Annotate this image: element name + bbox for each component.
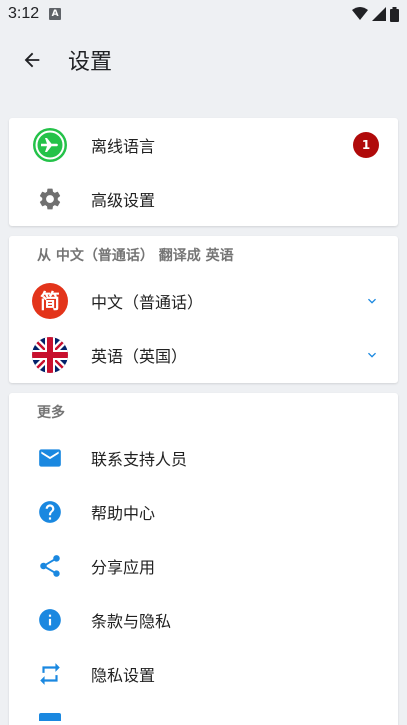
status-icons <box>352 6 399 22</box>
chinese-flag-icon: 简 <box>32 283 68 319</box>
privacy-settings-item[interactable]: 隐私设置 <box>9 647 398 701</box>
share-app-label: 分享应用 <box>91 558 156 577</box>
notification-icon: A <box>49 8 62 20</box>
status-bar: 3:12 A <box>0 0 407 28</box>
back-button[interactable] <box>0 28 64 92</box>
contact-support-label: 联系支持人员 <box>91 450 188 469</box>
offline-languages-item[interactable]: 离线语言 1 <box>9 118 398 172</box>
terms-privacy-label: 条款与隐私 <box>91 612 172 631</box>
source-language-selector[interactable]: 简 中文（普通话） <box>9 274 398 328</box>
info-icon <box>39 609 61 631</box>
contact-support-item[interactable]: 联系支持人员 <box>9 431 398 485</box>
terms-privacy-item[interactable]: 条款与隐私 <box>9 593 398 647</box>
partial-icon <box>39 713 61 721</box>
advanced-settings-item[interactable]: 高级设置 <box>9 172 398 226</box>
help-icon <box>39 501 61 523</box>
uk-flag-icon <box>32 337 68 373</box>
target-language-label: 英语（英国） <box>91 347 188 366</box>
language-pair-card: 从 中文（普通话） 翻译成 英语 简 中文（普通话） 英语（英国） <box>9 236 398 383</box>
chevron-down-icon[interactable] <box>364 293 380 309</box>
offline-languages-label: 离线语言 <box>91 137 156 156</box>
offline-count-badge: 1 <box>353 132 379 158</box>
share-icon <box>40 555 60 577</box>
mail-icon <box>39 449 61 467</box>
wifi-icon <box>352 7 368 20</box>
privacy-settings-label: 隐私设置 <box>91 666 156 685</box>
airplane-icon <box>33 128 67 162</box>
repeat-icon <box>40 663 60 685</box>
help-center-label: 帮助中心 <box>91 504 156 523</box>
back-arrow-icon <box>24 52 40 68</box>
target-language-selector[interactable]: 英语（英国） <box>9 328 398 382</box>
advanced-settings-label: 高级设置 <box>91 191 156 210</box>
settings-card: 离线语言 1 高级设置 <box>9 118 398 226</box>
language-pair-header: 从 中文（普通话） 翻译成 英语 <box>37 248 234 264</box>
help-center-item[interactable]: 帮助中心 <box>9 485 398 539</box>
source-flag-char: 简 <box>40 289 60 313</box>
gear-icon <box>39 188 61 210</box>
next-item-partial[interactable] <box>9 701 398 721</box>
signal-icon <box>372 7 386 21</box>
more-header: 更多 <box>37 405 65 421</box>
battery-icon <box>390 6 399 22</box>
status-time: 3:12 <box>8 5 40 22</box>
chevron-down-icon[interactable] <box>364 347 380 363</box>
app-bar: 设置 <box>0 28 407 92</box>
share-app-item[interactable]: 分享应用 <box>9 539 398 593</box>
source-language-label: 中文（普通话） <box>91 293 204 312</box>
page-title: 设置 <box>68 50 113 75</box>
more-card: 更多 联系支持人员 帮助中心 分享应用 条款与隐私 隐私设置 <box>9 393 398 725</box>
